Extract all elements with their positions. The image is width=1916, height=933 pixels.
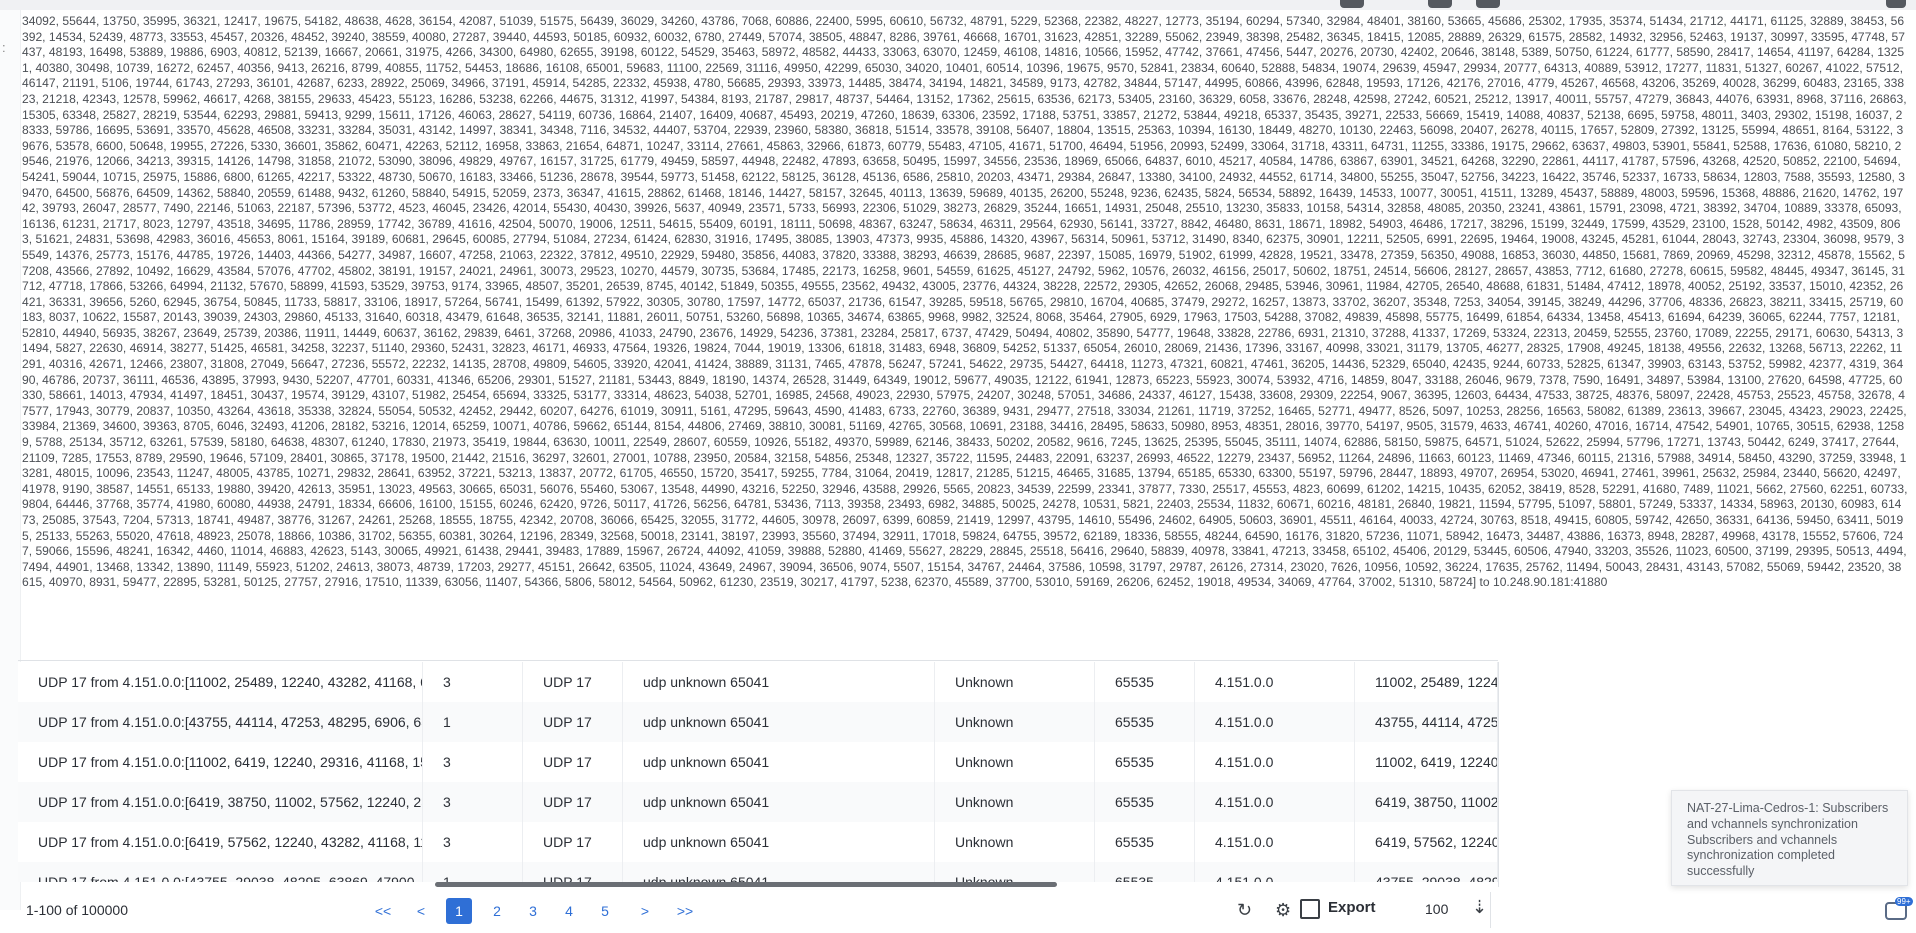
service-cell: udp unknown 65041 — [623, 702, 935, 742]
app-cell: Unknown — [935, 742, 1095, 782]
first-page-button[interactable]: << — [370, 898, 396, 924]
protocol-cell: UDP 17 — [523, 782, 623, 822]
table-row[interactable]: UDP 17 from 4.151.0.0:[43755, 29038, 482… — [18, 862, 1498, 882]
count-cell: 3 — [423, 822, 523, 862]
app-cell: Unknown — [935, 862, 1095, 882]
src-ip-cell: 4.151.0.0 — [1195, 662, 1355, 702]
table-row[interactable]: UDP 17 from 4.151.0.0:[11002, 6419, 1224… — [18, 742, 1498, 783]
page-size-select[interactable]: 100 — [1425, 901, 1448, 917]
port-cell: 65535 — [1095, 662, 1195, 702]
row-range-label: 1-100 of 100000 — [26, 902, 128, 918]
port-cell: 65535 — [1095, 782, 1195, 822]
service-cell: udp unknown 65041 — [623, 782, 935, 822]
service-cell: udp unknown 65041 — [623, 822, 935, 862]
table-row[interactable]: UDP 17 from 4.151.0.0:[11002, 25489, 122… — [18, 662, 1498, 703]
gear-icon[interactable]: ⚙ — [1275, 900, 1291, 921]
service-cell: udp unknown 65041 — [623, 662, 935, 702]
app-cell: Unknown — [935, 702, 1095, 742]
ports-cell: 43755, 44114, 47253, 48295, 6906 — [1355, 702, 1498, 742]
service-cell: udp unknown 65041 — [623, 742, 935, 782]
src-ip-cell: 4.151.0.0 — [1195, 742, 1355, 782]
ports-cell: 11002, 25489, 12240, 43282, 41168 — [1355, 662, 1498, 702]
ports-cell: 6419, 57562, 12240, 43282, 41168 — [1355, 822, 1498, 862]
page-button-1[interactable]: 1 — [446, 898, 472, 924]
port-cell: 65535 — [1095, 742, 1195, 782]
toolbar-icon[interactable] — [1476, 0, 1500, 8]
app-cell: Unknown — [935, 782, 1095, 822]
app-cell: Unknown — [935, 822, 1095, 862]
divider — [1490, 892, 1491, 928]
count-cell: 1 — [423, 862, 523, 882]
message-cell: UDP 17 from 4.151.0.0:[6419, 57562, 1224… — [18, 822, 423, 862]
top-toolbar-strip — [0, 0, 1916, 10]
log-table: UDP 17 from 4.151.0.0:[11002, 25489, 122… — [18, 662, 1498, 882]
service-cell: udp unknown 65041 — [623, 862, 935, 882]
table-row[interactable]: UDP 17 from 4.151.0.0:[6419, 38750, 1100… — [18, 782, 1498, 823]
last-page-button[interactable]: >> — [672, 898, 698, 924]
page-button-5[interactable]: 5 — [592, 898, 618, 924]
port-cell: 65535 — [1095, 702, 1195, 742]
notification-count-badge: 99+ — [1895, 897, 1913, 906]
protocol-cell: UDP 17 — [523, 862, 623, 882]
toolbar-icon[interactable] — [1428, 0, 1452, 8]
sort-down-icon[interactable]: ⇣ — [1472, 897, 1487, 918]
message-cell: UDP 17 from 4.151.0.0:[43755, 44114, 472… — [18, 702, 423, 742]
next-page-button[interactable]: > — [632, 898, 658, 924]
message-cell: UDP 17 from 4.151.0.0:[43755, 29038, 482… — [18, 862, 423, 882]
table-row[interactable]: UDP 17 from 4.151.0.0:[43755, 44114, 472… — [18, 702, 1498, 743]
prev-page-button[interactable]: < — [408, 898, 434, 924]
raw-message-viewer: 34092, 55644, 13750, 35995, 36321, 12417… — [22, 14, 1908, 590]
horizontal-scrollbar[interactable] — [435, 882, 1057, 887]
divider — [18, 660, 1498, 661]
toolbar-icon[interactable] — [1886, 0, 1906, 8]
panel-edge — [1498, 662, 1499, 887]
gutter-marker: : — [2, 40, 6, 55]
message-cell: UDP 17 from 4.151.0.0:[11002, 6419, 1224… — [18, 742, 423, 782]
count-cell: 1 — [423, 702, 523, 742]
count-cell: 3 — [423, 782, 523, 822]
count-cell: 3 — [423, 742, 523, 782]
protocol-cell: UDP 17 — [523, 742, 623, 782]
page-button-4[interactable]: 4 — [556, 898, 582, 924]
src-ip-cell: 4.151.0.0 — [1195, 822, 1355, 862]
src-ip-cell: 4.151.0.0 — [1195, 862, 1355, 882]
table-row[interactable]: UDP 17 from 4.151.0.0:[6419, 57562, 1224… — [18, 822, 1498, 863]
app-cell: Unknown — [935, 662, 1095, 702]
notification-toast[interactable]: NAT-27-Lima-Cedros-1: Subscribers and vc… — [1671, 790, 1908, 886]
port-cell: 65535 — [1095, 822, 1195, 862]
src-ip-cell: 4.151.0.0 — [1195, 782, 1355, 822]
export-icon[interactable] — [1300, 899, 1320, 919]
export-button[interactable]: Export — [1328, 899, 1376, 916]
src-ip-cell: 4.151.0.0 — [1195, 702, 1355, 742]
ports-cell: 43755, 29038, 48295, 63869, 47900 — [1355, 862, 1498, 882]
table-footer: 1-100 of 100000 << < 1 2 3 4 5 > >> ↻ ⚙ … — [0, 888, 1500, 933]
toolbar-icon[interactable] — [1340, 0, 1364, 8]
protocol-cell: UDP 17 — [523, 662, 623, 702]
ports-cell: 11002, 6419, 12240, 29316, 41168 — [1355, 742, 1498, 782]
ports-cell: 6419, 38750, 11002, 57562, 12240 — [1355, 782, 1498, 822]
page-button-3[interactable]: 3 — [520, 898, 546, 924]
toast-message: NAT-27-Lima-Cedros-1: Subscribers and vc… — [1687, 801, 1889, 879]
refresh-icon[interactable]: ↻ — [1237, 900, 1252, 921]
count-cell: 3 — [423, 662, 523, 702]
port-cell: 65535 — [1095, 862, 1195, 882]
message-cell: UDP 17 from 4.151.0.0:[6419, 38750, 1100… — [18, 782, 423, 822]
protocol-cell: UDP 17 — [523, 702, 623, 742]
protocol-cell: UDP 17 — [523, 822, 623, 862]
page-button-2[interactable]: 2 — [484, 898, 510, 924]
message-cell: UDP 17 from 4.151.0.0:[11002, 25489, 122… — [18, 662, 423, 702]
